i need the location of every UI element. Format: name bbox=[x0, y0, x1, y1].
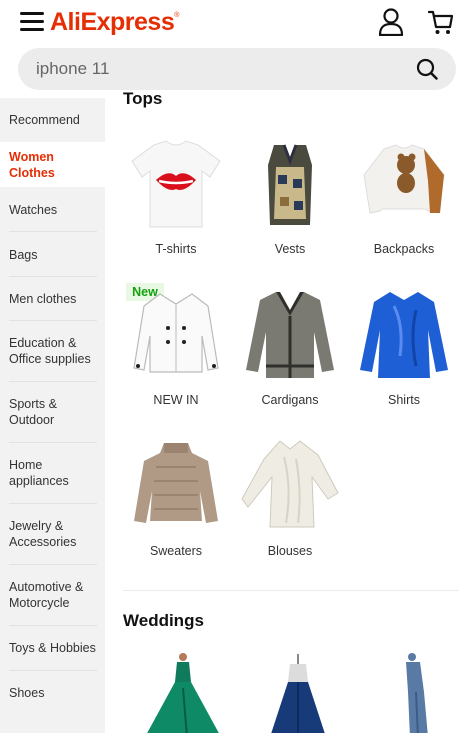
sidebar-item-men-clothes[interactable]: Men clothes bbox=[0, 277, 105, 321]
cardigan-image bbox=[246, 292, 334, 378]
category-label: Shirts bbox=[388, 393, 420, 407]
category-label: T-shirts bbox=[155, 242, 197, 256]
sweatshirt-image bbox=[363, 144, 445, 214]
cart-icon[interactable] bbox=[428, 8, 454, 36]
sidebar-item-toys-hobbies[interactable]: Toys & Hobbies bbox=[0, 626, 105, 670]
search-icon[interactable] bbox=[416, 58, 438, 80]
sidebar-item-jewelry-accessories[interactable]: Jewelry & Accessories bbox=[0, 504, 105, 564]
sidebar-item-education-office[interactable]: Education & Office supplies bbox=[0, 321, 105, 381]
category-label: Vests bbox=[274, 242, 306, 256]
section-title-weddings: Weddings bbox=[123, 611, 204, 630]
menu-icon[interactable] bbox=[20, 12, 44, 32]
sidebar-item-bags[interactable]: Bags bbox=[0, 232, 105, 277]
category-content: Tops T-shirts Vests Backpacks New NEW IN… bbox=[105, 90, 474, 733]
category-label: Sweaters bbox=[149, 544, 203, 558]
jacket-image bbox=[133, 293, 219, 373]
section-title-tops: Tops bbox=[123, 90, 163, 108]
blouse-image bbox=[241, 440, 339, 528]
sidebar-item-shoes[interactable]: Shoes bbox=[0, 671, 105, 715]
blue-gown-image bbox=[406, 653, 428, 733]
user-icon[interactable] bbox=[378, 8, 404, 36]
category-label: NEW IN bbox=[153, 393, 199, 407]
section-divider bbox=[123, 590, 459, 591]
sidebar-item-women-clothes[interactable]: Women Clothes bbox=[0, 142, 105, 187]
sidebar-item-sports-outdoor[interactable]: Sports & Outdoor bbox=[0, 382, 105, 442]
sweater-image bbox=[134, 443, 218, 523]
sidebar-item-recommend[interactable]: Recommend bbox=[0, 98, 105, 142]
sidebar-item-automotive-motorcycle[interactable]: Automotive & Motorcycle bbox=[0, 565, 105, 625]
navy-gown-image bbox=[271, 654, 325, 733]
search-bar[interactable]: iphone 11 bbox=[18, 48, 456, 90]
green-gown-image bbox=[147, 653, 219, 733]
category-label: Backpacks bbox=[373, 242, 435, 256]
category-label: Cardigans bbox=[261, 393, 319, 407]
category-label: Blouses bbox=[267, 544, 313, 558]
header: AliExpress® bbox=[0, 0, 474, 44]
shirt-image bbox=[360, 292, 448, 378]
vest-image bbox=[268, 144, 312, 225]
sidebar-item-watches[interactable]: Watches bbox=[0, 187, 105, 232]
category-sidebar: Recommend Women Clothes Watches Bags Men… bbox=[0, 98, 105, 733]
aliexpress-logo[interactable]: AliExpress® bbox=[50, 8, 179, 37]
sidebar-item-home-appliances[interactable]: Home appliances bbox=[0, 443, 105, 503]
t-shirt-image bbox=[131, 140, 221, 228]
search-input[interactable]: iphone 11 bbox=[36, 59, 109, 79]
